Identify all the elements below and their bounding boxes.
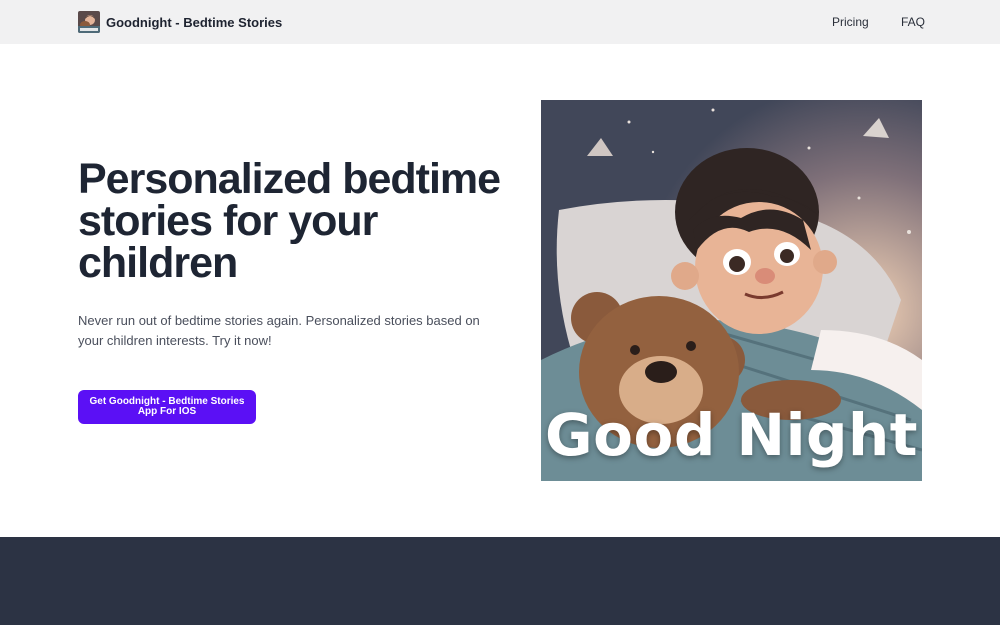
hero-subtitle: Never run out of bedtime stories again. … bbox=[78, 313, 480, 348]
hero-title: Personalized bedtime stories for your ch… bbox=[78, 155, 501, 287]
dark-footer-section bbox=[0, 537, 1000, 625]
good-night-caption: Good Night bbox=[545, 401, 918, 469]
top-navbar: Goodnight - Bedtime Stories Pricing FAQ bbox=[0, 0, 1000, 44]
brand-name: Goodnight - Bedtime Stories bbox=[106, 14, 283, 30]
brand-link[interactable]: Goodnight - Bedtime Stories bbox=[78, 11, 282, 33]
nav-link-pricing[interactable]: Pricing bbox=[832, 15, 869, 29]
hero-illustration: Good Night bbox=[541, 100, 922, 481]
app-logo-icon bbox=[78, 11, 100, 33]
nav-link-faq[interactable]: FAQ bbox=[901, 15, 925, 29]
get-ios-app-button[interactable]: Get Goodnight - Bedtime Stories App For … bbox=[78, 390, 256, 424]
